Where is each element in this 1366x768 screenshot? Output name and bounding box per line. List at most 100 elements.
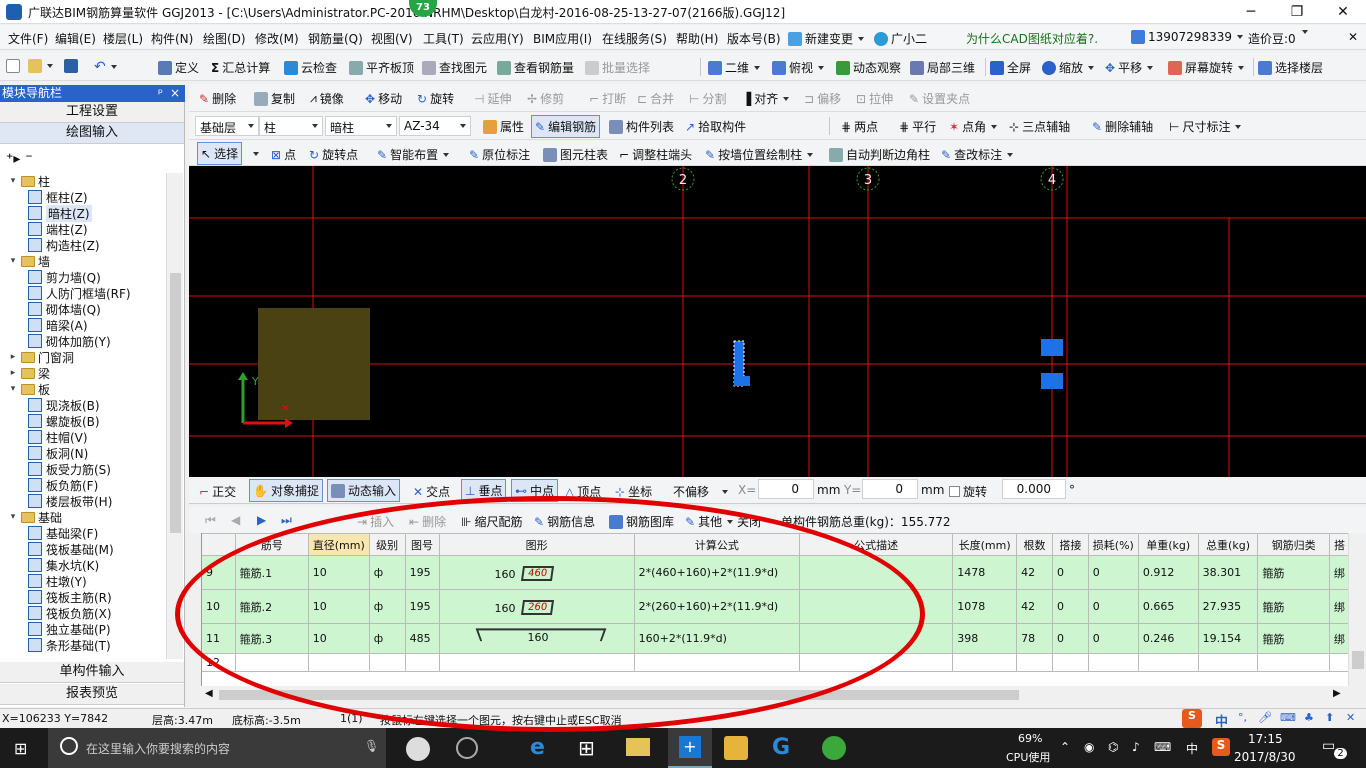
screen-rotate-button[interactable]: 屏幕旋转 bbox=[1168, 59, 1245, 76]
taskbar-search[interactable]: 在这里输入你要搜索的内容 🎙︎ bbox=[48, 728, 386, 768]
vertex-snap[interactable]: △ 顶点 bbox=[565, 483, 601, 500]
rotate-point-button[interactable]: ↻ 旋转点 bbox=[309, 146, 358, 163]
project-settings-button[interactable]: 工程设置 bbox=[0, 102, 184, 123]
align-button[interactable]: ▐ 对齐 bbox=[742, 90, 790, 107]
tray-expand-icon[interactable]: ⌃ bbox=[1060, 740, 1070, 754]
properties-button[interactable]: 属性 bbox=[483, 118, 524, 135]
taskbar-app-g-icon[interactable]: G bbox=[772, 735, 790, 760]
file-explorer-icon[interactable] bbox=[626, 738, 650, 756]
tray-app-icon[interactable]: ◉ bbox=[1084, 740, 1094, 754]
pin-icon[interactable]: ᵖ bbox=[158, 85, 163, 101]
copy-button[interactable]: 复制 bbox=[254, 90, 295, 107]
column-header[interactable]: 筋号 bbox=[234, 533, 309, 556]
cell-grade[interactable]: ф bbox=[368, 589, 406, 624]
cell-grade[interactable]: ф bbox=[368, 555, 406, 590]
last-record-icon[interactable]: ⏭ bbox=[281, 513, 292, 528]
cell-cat[interactable]: 箍筋 bbox=[1257, 623, 1330, 654]
column-element[interactable] bbox=[1041, 373, 1063, 389]
empty-cell[interactable] bbox=[404, 653, 440, 672]
adjust-column-end-button[interactable]: ⌐ 调整柱端头 bbox=[619, 146, 692, 163]
table-row[interactable]: 10 箍筋.2 10 ф 195 160 260 2*(260+160)+2*(11.9*d)… bbox=[201, 589, 1350, 624]
parallel-axis-button[interactable]: ⋕ 平行 bbox=[899, 118, 936, 135]
cell-loss[interactable]: 0 bbox=[1087, 555, 1139, 590]
find-element-button[interactable]: 查找图元 bbox=[422, 59, 487, 76]
smart-layout-button[interactable]: ✎ 智能布置 bbox=[377, 146, 450, 163]
empty-cell[interactable] bbox=[1137, 653, 1199, 672]
tree-item[interactable]: 砌体加筋(Y) bbox=[28, 333, 111, 349]
row-number[interactable]: 12 bbox=[201, 653, 236, 672]
type-select[interactable]: 柱 bbox=[259, 116, 323, 136]
cell-formula[interactable]: 2*(260+160)+2*(11.9*d) bbox=[633, 589, 801, 624]
cell-loss[interactable]: 0 bbox=[1087, 589, 1139, 624]
draw-input-button[interactable]: 绘图输入 bbox=[0, 123, 184, 144]
new-change-menu[interactable]: 新建变更 bbox=[788, 30, 865, 47]
empty-cell[interactable] bbox=[1328, 653, 1350, 672]
edge-browser-icon[interactable]: e bbox=[530, 735, 545, 760]
empty-cell[interactable] bbox=[952, 653, 1018, 672]
cell-formula[interactable]: 2*(460+160)+2*(11.9*d) bbox=[633, 555, 801, 590]
tree-item[interactable]: 现浇板(B) bbox=[28, 397, 100, 413]
align-slab-top-button[interactable]: 平齐板顶 bbox=[349, 59, 414, 76]
rotate-button[interactable]: ↻ 旋转 bbox=[417, 90, 454, 107]
ime-toolbox-icon[interactable]: ⬆ bbox=[1325, 711, 1334, 724]
expand-icon[interactable]: ▸ bbox=[8, 368, 18, 378]
menu-online[interactable]: 在线服务(S) bbox=[602, 30, 667, 47]
cell-count[interactable]: 42 bbox=[1016, 555, 1053, 590]
tree-item[interactable]: 柱帽(V) bbox=[28, 429, 88, 445]
cell-total_w[interactable]: 19.154 bbox=[1197, 623, 1259, 654]
delete-button[interactable]: ✎ 删除 bbox=[199, 90, 236, 107]
menu-rebar-qty[interactable]: 钢筋量(Q) bbox=[308, 30, 363, 47]
stretch-button[interactable]: ⊡ 拉伸 bbox=[856, 90, 893, 107]
tree-item[interactable]: 端柱(Z) bbox=[28, 221, 88, 237]
cell-name[interactable]: 箍筋.2 bbox=[234, 589, 309, 624]
cell-len[interactable]: 398 bbox=[952, 623, 1018, 654]
two-point-axis-button[interactable]: ⋕ 两点 bbox=[841, 118, 878, 135]
report-preview-button[interactable]: 报表预览 bbox=[0, 684, 184, 705]
column-element[interactable] bbox=[1041, 339, 1063, 356]
other-menu-button[interactable]: ✎ 其他 bbox=[685, 513, 734, 530]
cell-count[interactable]: 42 bbox=[1016, 589, 1053, 624]
local-3d-button[interactable]: 局部三维 bbox=[910, 59, 975, 76]
rebar-shape-cell[interactable]: 160 bbox=[438, 623, 635, 654]
tree-item[interactable]: 筏板负筋(X) bbox=[28, 605, 112, 621]
empty-cell[interactable] bbox=[438, 653, 635, 672]
input-language[interactable]: 中 bbox=[1186, 740, 1198, 757]
open-file-button[interactable] bbox=[28, 59, 53, 73]
extend-button[interactable]: ⊣ 延伸 bbox=[474, 90, 511, 107]
rebar-library-button[interactable]: 钢筋图库 bbox=[609, 513, 674, 530]
point-tool-button[interactable]: ⊠ 点 bbox=[271, 146, 296, 163]
cell-count[interactable]: 78 bbox=[1016, 623, 1053, 654]
rebar-shape-cell[interactable]: 160 460 bbox=[438, 555, 635, 590]
rotate-angle-input[interactable]: 0.000 bbox=[1002, 479, 1066, 499]
empty-cell[interactable] bbox=[1197, 653, 1259, 672]
tree-item[interactable]: 暗梁(A) bbox=[28, 317, 88, 333]
table-row[interactable]: 11 箍筋.3 10 ф 485 160 160+2*(11.9*d) 398 78 0 0 0.24… bbox=[201, 623, 1350, 654]
midpoint-snap[interactable]: ⊷ 中点 bbox=[511, 479, 559, 502]
empty-cell[interactable] bbox=[1016, 653, 1053, 672]
column-header[interactable]: 钢筋归类 bbox=[1257, 533, 1330, 556]
cell-dia[interactable]: 10 bbox=[307, 589, 370, 624]
pan-button[interactable]: ✥ 平移 bbox=[1105, 59, 1154, 76]
mirror-button[interactable]: ⩘ 镜像 bbox=[310, 90, 344, 107]
menu-view[interactable]: 视图(V) bbox=[371, 30, 413, 47]
delete-axis-button[interactable]: ✎ 删除辅轴 bbox=[1092, 118, 1153, 135]
taskbar-app-fan-icon[interactable] bbox=[406, 737, 430, 761]
point-angle-button[interactable]: ✶ 点角 bbox=[949, 118, 998, 135]
tree-folder[interactable]: ▸ 门窗洞 bbox=[8, 349, 74, 365]
component-list-button[interactable]: 构件列表 bbox=[609, 118, 674, 135]
taskbar-app-green-icon[interactable] bbox=[822, 736, 846, 760]
menu-component[interactable]: 构件(N) bbox=[151, 30, 193, 47]
store-icon[interactable]: ⊞ bbox=[578, 736, 595, 760]
tree-item[interactable]: 楼层板带(H) bbox=[28, 493, 112, 509]
sogou-tray-icon[interactable]: S bbox=[1212, 738, 1230, 756]
column-header[interactable]: 搭 bbox=[1328, 533, 1350, 556]
dimension-button[interactable]: ⊢ 尺寸标注 bbox=[1169, 118, 1242, 135]
tree-item[interactable]: 人防门框墙(RF) bbox=[28, 285, 131, 301]
empty-cell[interactable] bbox=[1051, 653, 1089, 672]
draw-by-wall-button[interactable]: ✎ 按墙位置绘制柱 bbox=[705, 146, 814, 163]
menu-edit[interactable]: 编辑(E) bbox=[55, 30, 96, 47]
cell-x[interactable]: 绑 bbox=[1328, 589, 1350, 624]
menu-file[interactable]: 文件(F) bbox=[8, 30, 48, 47]
tree-folder[interactable]: ▸ 梁 bbox=[8, 365, 50, 381]
y-input[interactable]: 0 bbox=[862, 479, 918, 499]
